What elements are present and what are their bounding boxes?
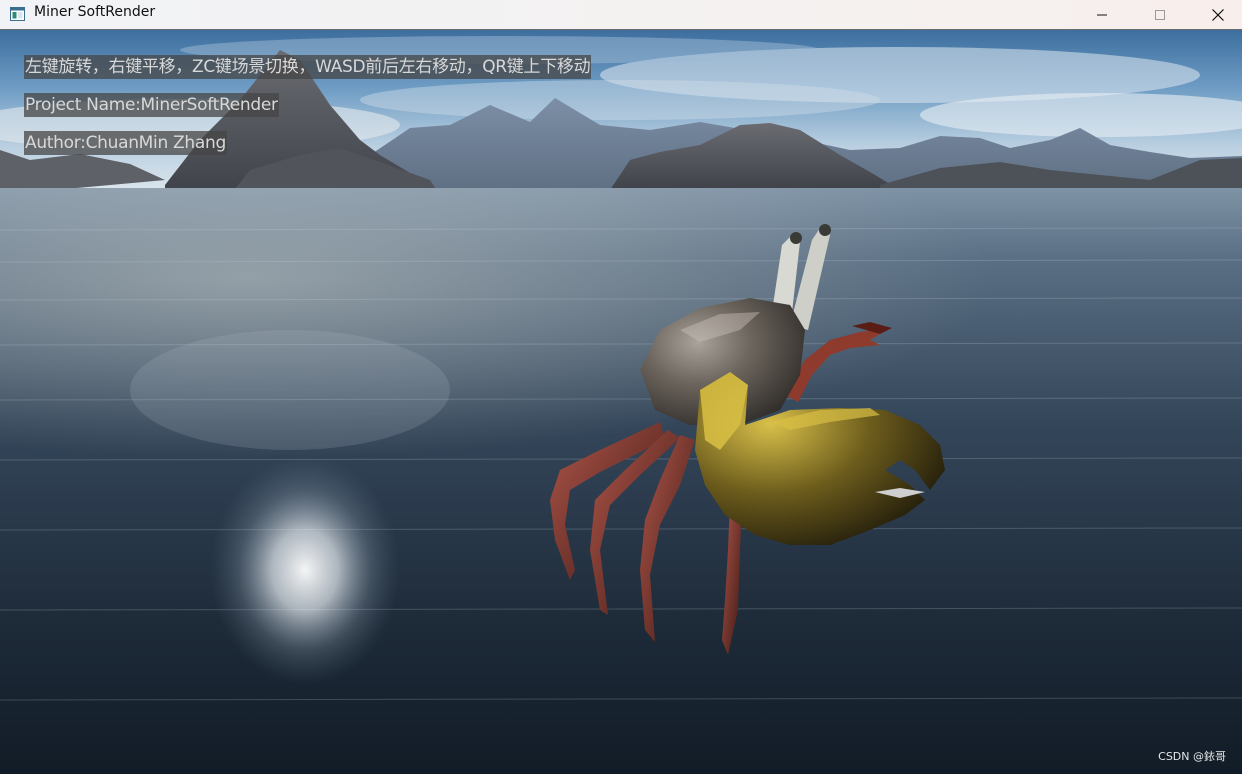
app-window-icon (10, 7, 25, 21)
minimize-icon (1097, 14, 1107, 15)
project-name-label: Project Name:MinerSoftRender (24, 93, 279, 117)
maximize-button[interactable] (1131, 0, 1189, 29)
controls-instructions: 左键旋转，右键平移，ZC键场景切换，WASD前后左右移动，QR键上下移动 (24, 55, 592, 79)
maximize-icon (1155, 9, 1165, 20)
author-label: Author:ChuanMin Zhang (24, 131, 227, 155)
close-icon (1212, 8, 1224, 21)
window-title: Miner SoftRender (34, 4, 156, 20)
close-button[interactable] (1189, 0, 1242, 29)
minimize-button[interactable] (1073, 0, 1131, 29)
app-window: Miner SoftRender 左键旋转，右键平移，ZC键场景切换，WASD前… (0, 0, 1242, 774)
watermark: CSDN @銥哥 (1158, 750, 1226, 763)
title-bar[interactable]: Miner SoftRender (0, 0, 1242, 30)
render-viewport[interactable]: 左键旋转，右键平移，ZC键场景切换，WASD前后左右移动，QR键上下移动 Pro… (0, 30, 1242, 774)
